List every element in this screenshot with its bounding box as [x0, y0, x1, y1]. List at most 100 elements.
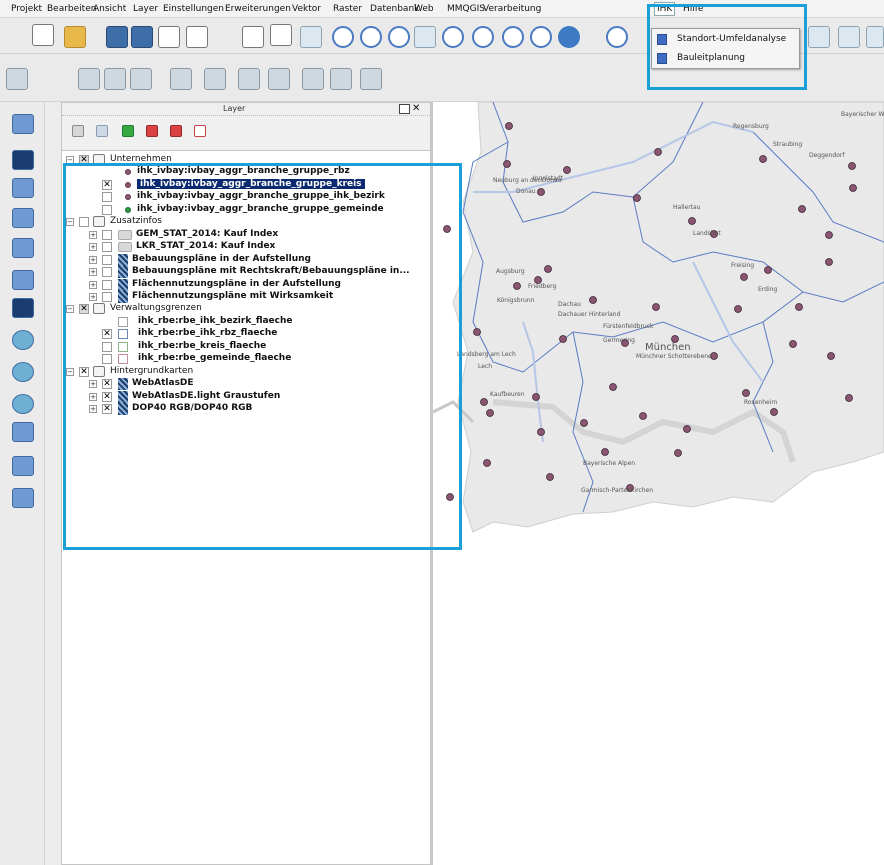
menu-ihk[interactable]: IHK — [654, 2, 676, 16]
delete-selected-icon[interactable] — [170, 68, 192, 90]
visibility-checkbox[interactable] — [79, 217, 89, 228]
add-feature-icon[interactable] — [78, 68, 100, 90]
zoom-last-icon[interactable] — [502, 26, 524, 48]
change-label-icon[interactable] — [360, 68, 382, 90]
add-virtual-layer-icon[interactable] — [12, 422, 34, 442]
layer-item[interactable]: + Flächennutzungspläne in der Aufstellung — [62, 278, 430, 291]
visibility-checkbox[interactable]: ✕ — [102, 179, 112, 190]
save-project-icon[interactable] — [106, 26, 128, 48]
map-canvas[interactable]: Regensburg Straubing Deggendorf Bayerischer… — [433, 102, 884, 865]
expand-all-icon[interactable] — [146, 125, 158, 137]
expand-icon[interactable]: + — [89, 405, 97, 413]
add-wcs-layer-icon[interactable] — [12, 330, 34, 350]
save-as-icon[interactable] — [131, 26, 153, 48]
layer-item[interactable]: + ✕ DOP40 RGB/DOP40 RGB — [62, 403, 430, 415]
visibility-checkbox[interactable]: ✕ — [102, 379, 112, 390]
collapse-icon[interactable]: − — [66, 156, 74, 164]
zoom-next-icon[interactable] — [530, 26, 552, 48]
new-print-layout-icon[interactable] — [158, 26, 180, 48]
add-raster-layer-icon[interactable] — [12, 150, 34, 170]
cut-features-icon[interactable] — [204, 68, 226, 90]
layer-group[interactable]: − ✕ Unternehmen — [62, 154, 430, 166]
visibility-checkbox[interactable] — [102, 354, 112, 365]
layer-group[interactable]: − ✕ Hintergrundkarten — [62, 365, 430, 378]
menu-verarbeitung[interactable]: Verarbeitung — [483, 4, 541, 14]
visibility-checkbox[interactable] — [102, 254, 112, 265]
layout-manager-icon[interactable] — [186, 26, 208, 48]
zoom-out-icon[interactable] — [360, 26, 382, 48]
paste-features-icon[interactable] — [268, 68, 290, 90]
close-icon[interactable]: ✕ — [412, 103, 420, 114]
expand-icon[interactable]: + — [89, 392, 97, 401]
menu-vektor[interactable]: Vektor — [292, 4, 321, 14]
layer-item[interactable]: ihk_ivbay:ivbay_aggr_branche_gruppe_geme… — [62, 204, 430, 216]
visibility-checkbox[interactable] — [102, 279, 112, 290]
add-wfs-layer-icon[interactable] — [12, 362, 34, 382]
pan-to-selection-icon[interactable] — [300, 26, 322, 48]
toggle-editing-icon[interactable] — [6, 68, 28, 90]
statistics-icon[interactable] — [838, 26, 860, 48]
rotate-label-icon[interactable] — [330, 68, 352, 90]
touch-zoom-icon[interactable] — [242, 26, 264, 48]
new-project-icon[interactable] — [32, 24, 54, 46]
menu-mmqgis[interactable]: MMQGIS — [447, 4, 485, 14]
visibility-checkbox[interactable] — [102, 229, 112, 240]
collapse-icon[interactable]: − — [66, 367, 74, 376]
layer-item[interactable]: ihk_rbe:rbe_ihk_bezirk_flaeche — [62, 316, 430, 328]
zoom-to-layer-icon[interactable] — [472, 26, 494, 48]
menu-layer[interactable]: Layer — [133, 4, 158, 14]
menu-einstellungen[interactable]: Einstellungen — [163, 4, 224, 14]
add-wms-layer-icon[interactable] — [12, 298, 34, 318]
layer-group[interactable]: − ✕ Verwaltungsgrenzen — [62, 303, 430, 315]
expand-icon[interactable]: + — [89, 243, 97, 252]
menu-item-standort-umfeldanalyse[interactable]: Standort-Umfeldanalyse — [655, 31, 798, 48]
visibility-checkbox[interactable] — [102, 242, 112, 253]
layer-item[interactable]: ✕ ihk_rbe:rbe_ihk_rbz_flaeche — [62, 328, 430, 340]
visibility-checkbox[interactable]: ✕ — [79, 304, 89, 315]
menu-erweiterungen[interactable]: Erweiterungen — [225, 4, 291, 14]
label-tool-icon[interactable] — [302, 68, 324, 90]
visibility-checkbox[interactable]: ✕ — [79, 366, 89, 377]
menu-web[interactable]: Web — [414, 4, 434, 14]
zoom-actual-size-icon[interactable] — [388, 26, 410, 48]
layer-item[interactable]: ihk_rbe:rbe_kreis_flaeche — [62, 341, 430, 353]
layer-item[interactable]: + LKR_STAT_2014: Kauf Index — [62, 241, 430, 253]
layer-item[interactable]: + GEM_STAT_2014: Kauf Index — [62, 229, 430, 241]
refresh-icon[interactable] — [558, 26, 580, 48]
float-panel-icon[interactable] — [399, 104, 410, 114]
menu-item-bauleitplanung[interactable]: Bauleitplanung — [655, 50, 798, 67]
menu-ansicht[interactable]: Ansicht — [93, 4, 126, 14]
add-delimited-text-icon[interactable] — [12, 394, 34, 414]
visibility-checkbox[interactable]: ✕ — [102, 391, 112, 402]
zoom-in-icon[interactable] — [332, 26, 354, 48]
collapse-icon[interactable]: − — [66, 218, 74, 227]
visibility-checkbox[interactable] — [102, 192, 112, 203]
copy-features-icon[interactable] — [238, 68, 260, 90]
layer-item[interactable]: ✕ ihk_ivbay:ivbay_aggr_branche_gruppe_kre… — [62, 178, 430, 191]
collapse-icon[interactable]: − — [66, 305, 74, 314]
layer-item[interactable]: + Flächennutzungspläne mit Wirksamkeit — [62, 290, 430, 303]
add-group-icon[interactable] — [72, 125, 84, 137]
layer-group[interactable]: − Zusatzinfos — [62, 216, 430, 228]
visibility-checkbox[interactable]: ✕ — [102, 404, 112, 414]
filter-icon[interactable] — [122, 125, 134, 137]
layer-item[interactable]: ihk_rbe:rbe_gemeinde_flaeche — [62, 353, 430, 365]
remove-layer-icon[interactable] — [194, 125, 206, 137]
visibility-checkbox[interactable] — [102, 341, 112, 352]
zoom-to-selection-icon[interactable] — [442, 26, 464, 48]
menu-datenbank[interactable]: Datenbank — [370, 4, 419, 14]
layer-item[interactable]: ihk_ivbay:ivbay_aggr_branche_gruppe_rbz — [62, 166, 430, 178]
add-postgis-layer-icon[interactable] — [12, 178, 34, 198]
visibility-checkbox[interactable] — [102, 204, 112, 215]
menu-bearbeiten[interactable]: Bearbeiten — [47, 4, 96, 14]
layer-item[interactable]: + ✕ WebAtlasDE — [62, 378, 430, 391]
layer-item[interactable]: + Bebauungspläne in der Aufstellung — [62, 253, 430, 266]
node-tool-icon[interactable] — [130, 68, 152, 90]
expand-icon[interactable]: + — [89, 255, 97, 264]
visibility-checkbox[interactable] — [102, 267, 112, 278]
collapse-all-icon[interactable] — [170, 125, 182, 137]
move-feature-icon[interactable] — [104, 68, 126, 90]
expand-icon[interactable]: + — [89, 280, 97, 289]
visibility-checkbox[interactable] — [102, 291, 112, 302]
layer-item[interactable]: + Bebauungspläne mit Rechtskraft/Bebauung… — [62, 266, 430, 279]
